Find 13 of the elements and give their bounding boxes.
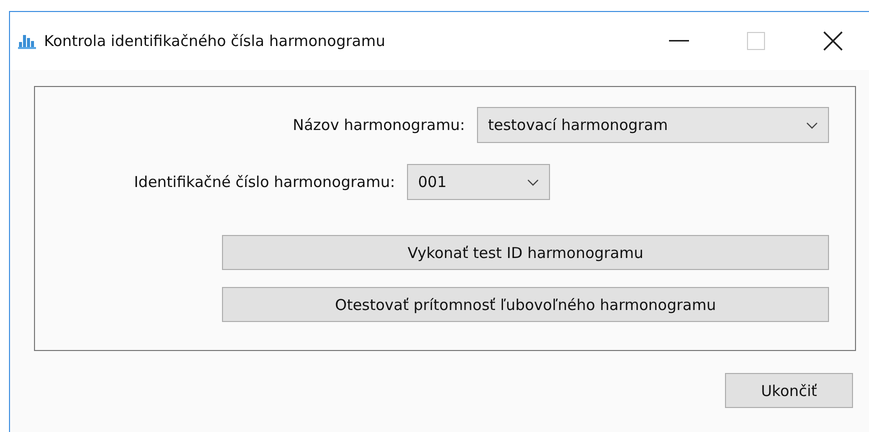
bar-chart-icon [18,33,36,49]
dropdown[interactable]: 001 [407,164,550,200]
action-button[interactable]: Otestovať prítomnosť ľubovoľného harmonogramu [222,287,829,322]
field-label: Identifikačné číslo harmonogramu: [134,173,396,191]
dropdown[interactable]: testovací harmonogram [477,107,829,143]
close-button[interactable]: Ukončiť [725,373,853,408]
window-title: Kontrola identifikačného čísla harmonogramu [44,32,386,50]
action-button[interactable]: Vykonať test ID harmonogramu [222,235,829,270]
chevron-down-icon [527,178,540,186]
close-icon[interactable] [823,31,843,51]
chevron-down-icon [806,122,818,128]
field-label: Názov harmonogramu: [292,116,465,134]
minimize-icon[interactable] [669,40,689,42]
